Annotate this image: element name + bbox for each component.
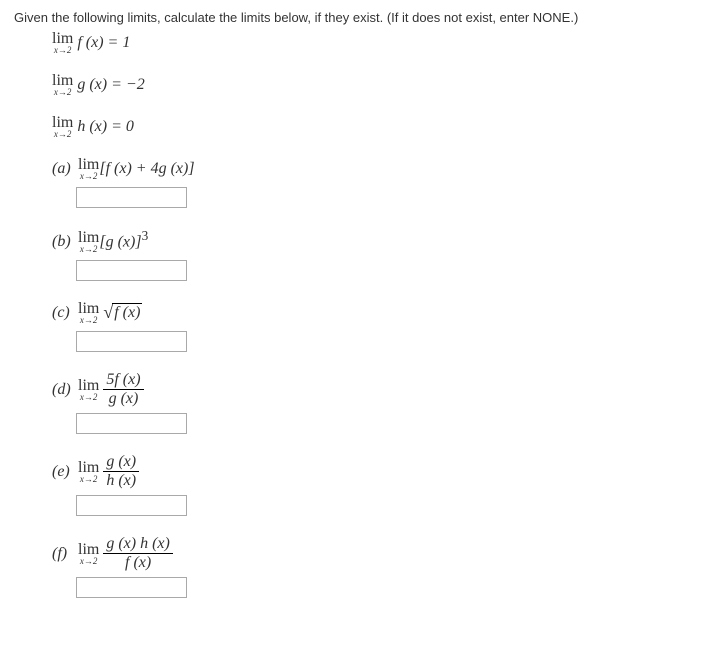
problem-a: (a) lim x→2 [f (x) + 4g (x)]	[52, 157, 698, 181]
problem-d-num: 5f (x)	[103, 372, 143, 390]
answer-input-a[interactable]	[76, 187, 187, 208]
problem-e-den: h (x)	[103, 472, 139, 489]
problem-b: (b) lim x→2 [g (x)]3	[52, 228, 698, 254]
answer-input-f[interactable]	[76, 577, 187, 598]
given-f-expr: f (x) = 1	[77, 34, 130, 51]
problem-f-label: (f)	[52, 545, 74, 563]
instructions-text: Given the following limits, calculate th…	[14, 10, 698, 25]
problem-f: (f) lim x→2 g (x) h (x) f (x)	[52, 536, 698, 571]
sqrt-icon: √f (x)	[103, 302, 142, 323]
fraction: g (x) h (x)	[103, 454, 139, 489]
problem-b-exponent: 3	[142, 228, 149, 243]
problem-c-label: (c)	[52, 304, 74, 322]
problem-f-num: g (x) h (x)	[103, 536, 173, 554]
lim-symbol: lim x→2	[52, 31, 73, 55]
answer-input-d[interactable]	[76, 413, 187, 434]
given-h-expr: h (x) = 0	[77, 118, 134, 135]
given-limit-g: lim x→2 g (x) = −2	[52, 73, 698, 97]
problem-e: (e) lim x→2 g (x) h (x)	[52, 454, 698, 489]
lim-symbol: lim x→2	[78, 460, 99, 484]
lim-symbol: lim x→2	[78, 230, 99, 254]
problem-a-expr: [f (x) + 4g (x)]	[99, 160, 194, 177]
problem-d-label: (d)	[52, 381, 74, 399]
lim-symbol: lim x→2	[78, 157, 99, 181]
lim-symbol: lim x→2	[52, 115, 73, 139]
problem-b-label: (b)	[52, 233, 74, 251]
problem-d: (d) lim x→2 5f (x) g (x)	[52, 372, 698, 407]
lim-symbol: lim x→2	[78, 378, 99, 402]
fraction: g (x) h (x) f (x)	[103, 536, 173, 571]
fraction: 5f (x) g (x)	[103, 372, 143, 407]
answer-input-e[interactable]	[76, 495, 187, 516]
lim-symbol: lim x→2	[52, 73, 73, 97]
lim-symbol: lim x→2	[78, 542, 99, 566]
given-limit-f: lim x→2 f (x) = 1	[52, 31, 698, 55]
problem-c: (c) lim x→2 √f (x)	[52, 301, 698, 325]
problem-b-expr: [g (x)]	[99, 233, 141, 250]
answer-input-c[interactable]	[76, 331, 187, 352]
answer-input-b[interactable]	[76, 260, 187, 281]
problem-d-den: g (x)	[103, 390, 143, 407]
problem-c-radicand: f (x)	[112, 303, 142, 321]
problem-e-num: g (x)	[103, 454, 139, 472]
given-g-expr: g (x) = −2	[77, 76, 144, 93]
given-limit-h: lim x→2 h (x) = 0	[52, 115, 698, 139]
lim-symbol: lim x→2	[78, 301, 99, 325]
problem-a-label: (a)	[52, 160, 74, 178]
problem-f-den: f (x)	[103, 554, 173, 571]
problem-e-label: (e)	[52, 463, 74, 481]
